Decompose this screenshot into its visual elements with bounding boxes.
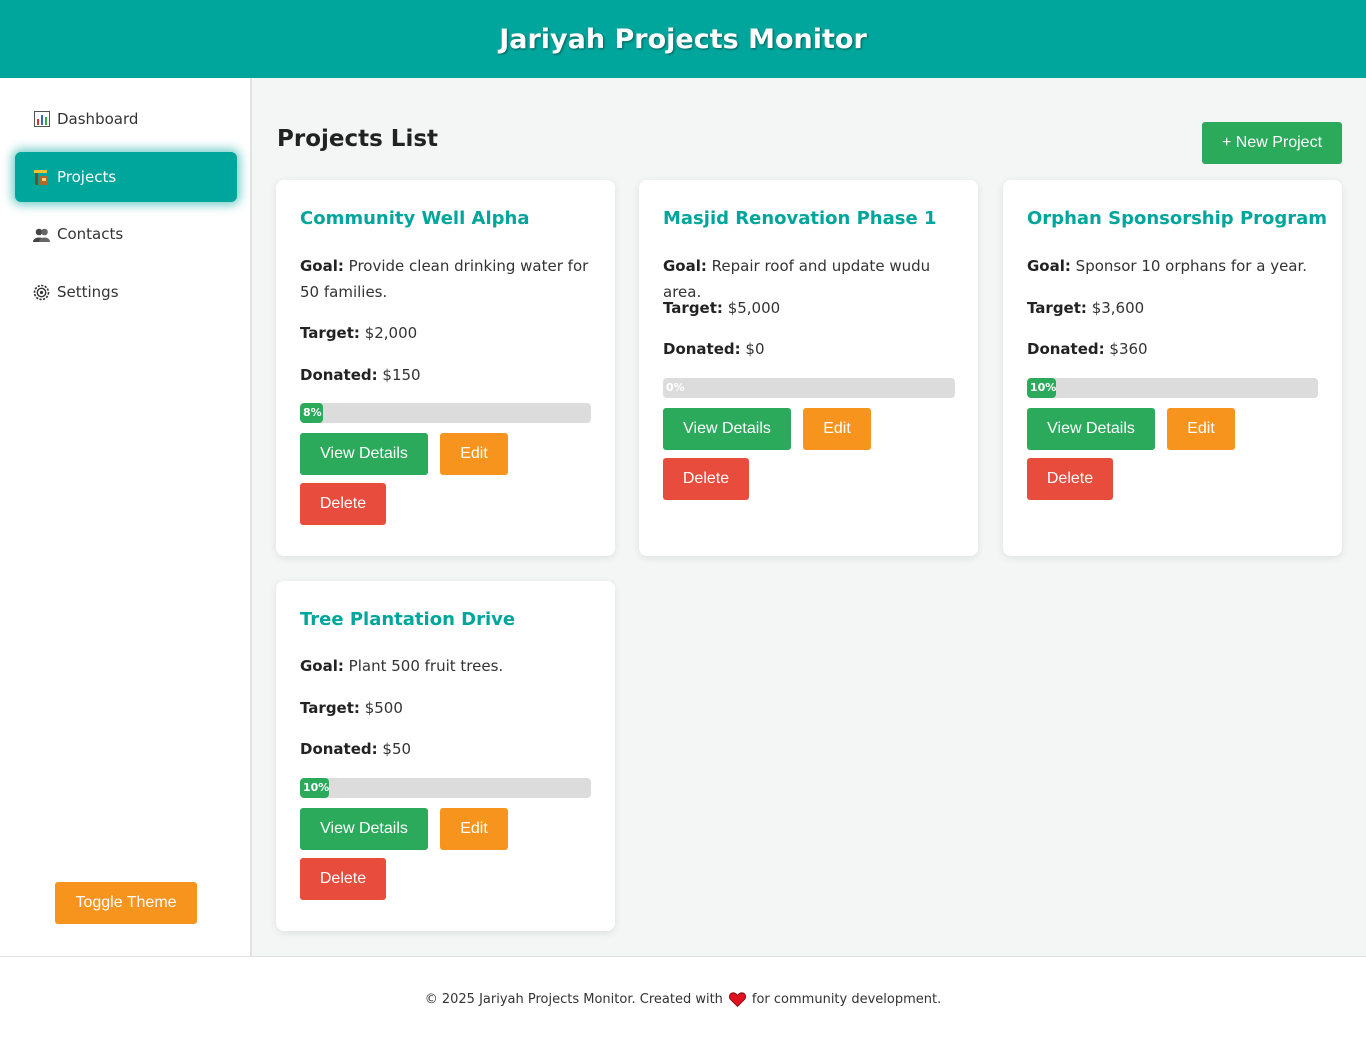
project-title: Tree Plantation Drive <box>300 609 516 630</box>
project-card: Masjid Renovation Phase 1 Goal: Repair r… <box>639 180 978 556</box>
sidebar-item-label: Dashboard <box>57 110 139 128</box>
sidebar-item-label: Settings <box>57 283 119 301</box>
sidebar-item-projects[interactable]: Projects <box>15 152 237 202</box>
footer: © 2025 Jariyah Projects Monitor. Created… <box>0 956 1366 1042</box>
project-card: Orphan Sponsorship Program Goal: Sponsor… <box>1003 180 1342 556</box>
goal-value: Provide clean drinking water for 50 fami… <box>300 257 589 301</box>
donated-label: Donated: <box>300 366 378 384</box>
donated-value: $0 <box>745 340 765 358</box>
progress-bar: 0% <box>663 378 955 398</box>
sidebar-item-label: Projects <box>57 168 117 186</box>
app-header: Jariyah Projects Monitor <box>0 0 1366 78</box>
target-label: Target: <box>300 324 360 342</box>
view-details-button[interactable]: View Details <box>663 408 791 450</box>
delete-button[interactable]: Delete <box>300 483 386 525</box>
goal-value: Sponsor 10 orphans for a year. <box>1075 257 1308 275</box>
project-target: Target: $2,000 <box>300 320 591 346</box>
page-title: Projects List <box>277 126 439 152</box>
delete-button[interactable]: Delete <box>1027 458 1113 500</box>
project-donated: Donated: $50 <box>300 736 591 762</box>
donated-label: Donated: <box>300 740 378 758</box>
project-goal: Goal: Sponsor 10 orphans for a year. <box>1027 253 1318 279</box>
sidebar-item-dashboard[interactable]: Dashboard <box>15 94 237 144</box>
sidebar: Dashboard Projects Contacts Settings Tog… <box>0 78 252 956</box>
edit-button[interactable]: Edit <box>803 408 871 450</box>
target-value: $500 <box>364 699 403 717</box>
sidebar-item-label: Contacts <box>57 225 124 243</box>
project-title: Community Well Alpha <box>300 208 530 229</box>
sidebar-item-contacts[interactable]: Contacts <box>15 209 237 259</box>
project-card: Tree Plantation Drive Goal: Plant 500 fr… <box>276 581 615 931</box>
project-card: Community Well Alpha Goal: Provide clean… <box>276 180 615 556</box>
goal-label: Goal: <box>300 657 344 675</box>
app-title: Jariyah Projects Monitor <box>499 23 867 55</box>
target-value: $2,000 <box>364 324 418 342</box>
target-value: $3,600 <box>1091 299 1145 317</box>
goal-label: Goal: <box>663 257 707 275</box>
donated-value: $50 <box>382 740 412 758</box>
project-title: Orphan Sponsorship Program <box>1027 208 1328 229</box>
delete-button[interactable]: Delete <box>300 858 386 900</box>
goal-value: Plant 500 fruit trees. <box>348 657 504 675</box>
progress-fill: 0% <box>666 381 685 394</box>
gear-icon <box>33 284 50 301</box>
delete-button[interactable]: Delete <box>663 458 749 500</box>
people-icon <box>33 226 50 243</box>
progress-fill: 10% <box>300 778 329 798</box>
view-details-button[interactable]: View Details <box>300 808 428 850</box>
donated-label: Donated: <box>663 340 741 358</box>
goal-label: Goal: <box>1027 257 1071 275</box>
project-target: Target: $500 <box>300 695 591 721</box>
new-project-button[interactable]: + New Project <box>1202 122 1342 164</box>
target-label: Target: <box>300 699 360 717</box>
target-label: Target: <box>663 299 723 317</box>
donated-value: $150 <box>382 366 421 384</box>
goal-label: Goal: <box>300 257 344 275</box>
donated-value: $360 <box>1109 340 1148 358</box>
view-details-button[interactable]: View Details <box>300 433 428 475</box>
edit-button[interactable]: Edit <box>1167 408 1235 450</box>
target-value: $5,000 <box>727 299 781 317</box>
progress-bar: 10% <box>300 778 591 798</box>
edit-button[interactable]: Edit <box>440 433 508 475</box>
chart-icon <box>33 111 50 128</box>
edit-button[interactable]: Edit <box>440 808 508 850</box>
construction-icon <box>33 169 50 186</box>
project-goal: Goal: Plant 500 fruit trees. <box>300 653 591 679</box>
target-label: Target: <box>1027 299 1087 317</box>
project-donated: Donated: $360 <box>1027 336 1318 362</box>
progress-fill: 10% <box>1027 378 1056 398</box>
project-donated: Donated: $0 <box>663 336 954 362</box>
project-donated: Donated: $150 <box>300 362 591 388</box>
donated-label: Donated: <box>1027 340 1105 358</box>
sidebar-item-settings[interactable]: Settings <box>15 267 237 317</box>
progress-bar: 8% <box>300 403 591 423</box>
toggle-theme-button[interactable]: Toggle Theme <box>55 882 197 924</box>
project-title: Masjid Renovation Phase 1 <box>663 208 937 229</box>
project-target: Target: $5,000 <box>663 295 954 321</box>
footer-text-after: for community development. <box>751 992 942 1007</box>
footer-text-before: © 2025 Jariyah Projects Monitor. Created… <box>424 992 723 1007</box>
progress-bar: 10% <box>1027 378 1318 398</box>
view-details-button[interactable]: View Details <box>1027 408 1155 450</box>
heart-icon <box>728 992 746 1007</box>
project-goal: Goal: Provide clean drinking water for 5… <box>300 253 591 305</box>
project-target: Target: $3,600 <box>1027 295 1318 321</box>
progress-fill: 8% <box>300 403 324 423</box>
